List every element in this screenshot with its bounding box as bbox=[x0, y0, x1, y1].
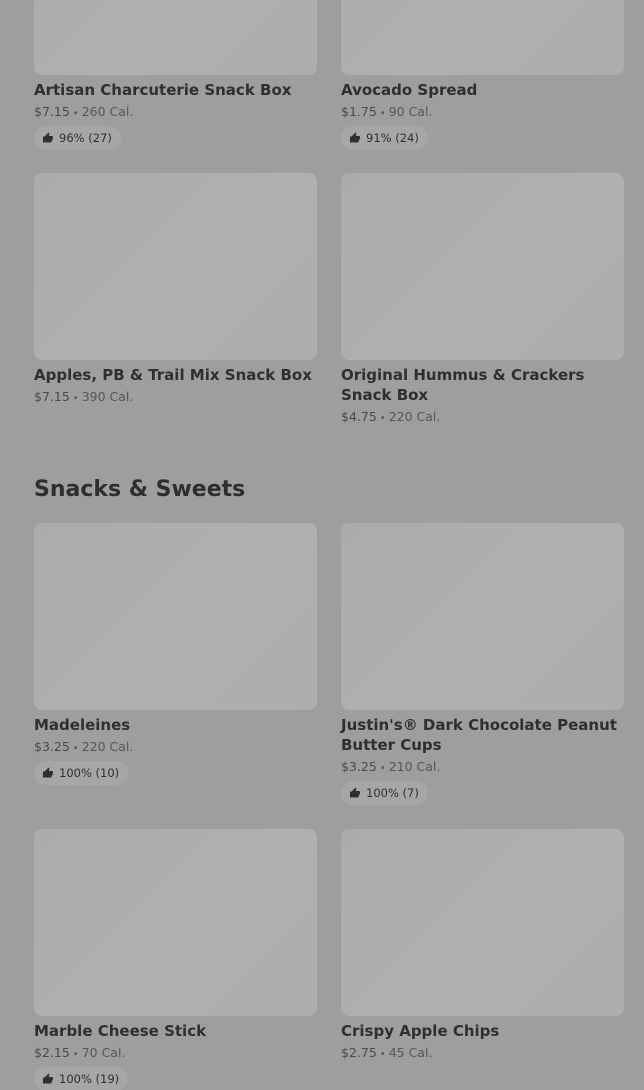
separator: • bbox=[72, 393, 79, 404]
rating-text: 96% (27) bbox=[59, 131, 112, 145]
item-meta: $4.75 • 220 Cal. bbox=[341, 408, 624, 427]
rating-badge: 100% (10) bbox=[34, 761, 129, 785]
item-price: $2.75 bbox=[341, 1045, 377, 1060]
separator: • bbox=[72, 108, 79, 119]
separator: • bbox=[379, 413, 386, 424]
item-image bbox=[341, 523, 624, 710]
thumbs-up-icon bbox=[349, 132, 361, 144]
item-name: Artisan Charcuterie Snack Box bbox=[34, 81, 292, 99]
item-image bbox=[34, 173, 317, 360]
item-calories: 220 Cal. bbox=[81, 739, 134, 754]
separator: • bbox=[72, 743, 79, 754]
item-image bbox=[341, 829, 624, 1016]
item-calories: 220 Cal. bbox=[388, 409, 441, 424]
menu-item-card[interactable]: Artisan Charcuterie Snack Box $7.15 • 260 … bbox=[34, 0, 317, 150]
menu-item-card[interactable]: Marble Cheese Stick $2.15 • 70 Cal. 100% (… bbox=[34, 829, 317, 1090]
item-meta: $7.15 • 390 Cal. bbox=[34, 388, 317, 407]
item-price: $1.75 bbox=[341, 104, 377, 119]
item-price: $3.25 bbox=[34, 739, 70, 754]
rating-badge: 100% (7) bbox=[341, 781, 428, 805]
item-meta: $7.15 • 260 Cal. bbox=[34, 103, 317, 122]
separator: • bbox=[379, 108, 386, 119]
item-name: Crispy Apple Chips bbox=[341, 1022, 500, 1040]
rating-text: 100% (19) bbox=[59, 1072, 120, 1086]
thumbs-up-icon bbox=[42, 132, 54, 144]
rating-badge: 96% (27) bbox=[34, 126, 121, 150]
item-name: Apples, PB & Trail Mix Snack Box bbox=[34, 366, 312, 384]
item-price: $3.25 bbox=[341, 759, 377, 774]
item-price: $7.15 bbox=[34, 104, 70, 119]
item-meta: $3.25 • 220 Cal. bbox=[34, 738, 317, 757]
menu-item-card[interactable]: Justin's® Dark Chocolate Peanut Butter C… bbox=[341, 523, 624, 805]
section-title: Snacks & Sweets bbox=[34, 477, 246, 502]
item-calories: 210 Cal. bbox=[388, 759, 441, 774]
item-price: $4.75 bbox=[341, 409, 377, 424]
item-price: $7.15 bbox=[34, 389, 70, 404]
rating-badge: 91% (24) bbox=[341, 126, 428, 150]
item-calories: 260 Cal. bbox=[81, 104, 134, 119]
menu-item-card[interactable]: Crispy Apple Chips $2.75 • 45 Cal. bbox=[341, 829, 624, 1063]
item-image bbox=[34, 829, 317, 1016]
item-name: Marble Cheese Stick bbox=[34, 1022, 207, 1040]
item-calories: 70 Cal. bbox=[81, 1045, 126, 1060]
item-name: Justin's® Dark Chocolate Peanut Butter C… bbox=[341, 716, 617, 754]
separator: • bbox=[72, 1049, 79, 1060]
menu-item-card[interactable]: Avocado Spread $1.75 • 90 Cal. 91% (24) bbox=[341, 0, 624, 150]
thumbs-up-icon bbox=[349, 787, 361, 799]
menu-item-card[interactable]: Apples, PB & Trail Mix Snack Box $7.15 • 3… bbox=[34, 173, 317, 407]
store-menu: Artisan Charcuterie Snack Box $7.15 • 260 … bbox=[0, 0, 644, 1090]
item-name: Original Hummus & Crackers Snack Box bbox=[341, 366, 585, 404]
item-name: Avocado Spread bbox=[341, 81, 478, 99]
item-meta: $3.25 • 210 Cal. bbox=[341, 758, 624, 777]
thumbs-up-icon bbox=[42, 767, 54, 779]
separator: • bbox=[379, 1049, 386, 1060]
separator: • bbox=[379, 763, 386, 774]
item-image bbox=[341, 173, 624, 360]
item-meta: $1.75 • 90 Cal. bbox=[341, 103, 624, 122]
menu-item-card[interactable]: Madeleines $3.25 • 220 Cal. 100% (10) bbox=[34, 523, 317, 785]
item-image bbox=[341, 0, 624, 75]
item-price: $2.15 bbox=[34, 1045, 70, 1060]
menu-item-card[interactable]: Original Hummus & Crackers Snack Box $4.… bbox=[341, 173, 624, 427]
item-name: Madeleines bbox=[34, 716, 131, 734]
item-calories: 390 Cal. bbox=[81, 389, 134, 404]
thumbs-up-icon bbox=[42, 1073, 54, 1085]
item-calories: 90 Cal. bbox=[388, 104, 433, 119]
rating-text: 100% (7) bbox=[366, 786, 419, 800]
item-calories: 45 Cal. bbox=[388, 1045, 433, 1060]
rating-badge: 100% (19) bbox=[34, 1067, 129, 1090]
item-meta: $2.15 • 70 Cal. bbox=[34, 1044, 317, 1063]
rating-text: 100% (10) bbox=[59, 766, 120, 780]
rating-text: 91% (24) bbox=[366, 131, 419, 145]
item-image bbox=[34, 0, 317, 75]
item-meta: $2.75 • 45 Cal. bbox=[341, 1044, 624, 1063]
item-image bbox=[34, 523, 317, 710]
